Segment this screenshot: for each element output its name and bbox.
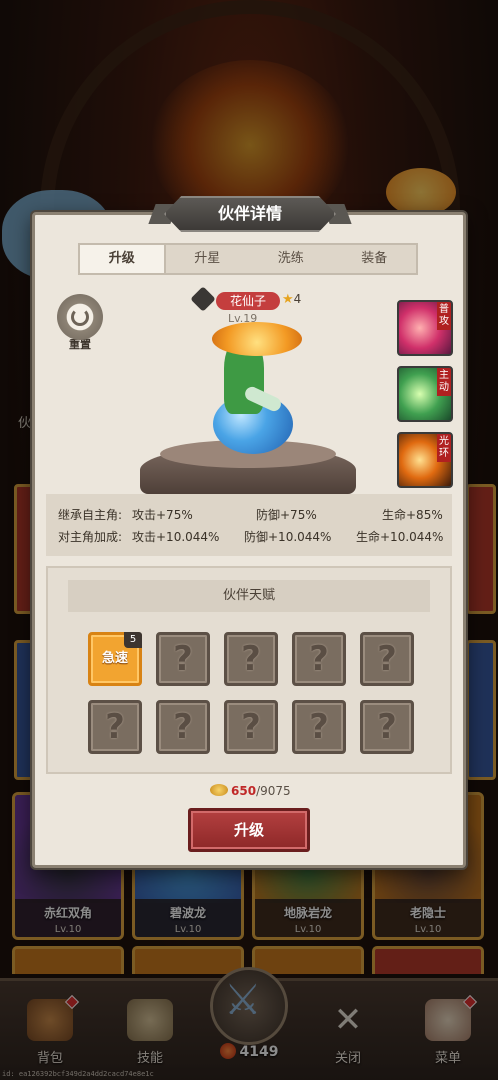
skill-tag: 主动 [437,368,451,396]
stat-hp: 生命+10.044% [356,530,444,544]
talent-slot-locked[interactable]: ? [88,700,142,754]
talent-slot-locked[interactable]: ? [292,632,346,686]
stat-hp: 生命+85% [382,508,443,522]
talent-slot-locked[interactable]: ? [292,700,346,754]
question-mark-icon: ? [377,707,397,747]
question-mark-icon: ? [173,707,193,747]
talent-slot-locked[interactable]: ? [360,700,414,754]
question-mark-icon: ? [241,707,261,747]
talent-slot-locked[interactable]: ? [156,632,210,686]
skill-tag: 光环 [437,434,451,462]
stat-defense: 防御+10.044% [244,530,332,544]
talent-slot-locked[interactable]: ? [224,632,278,686]
stat-attack: 攻击+10.044% [132,530,220,544]
gold-owned: 650 [231,784,257,798]
tab-star-up[interactable]: 升星 [166,245,250,273]
question-mark-icon: ? [309,639,329,679]
stats-box: 继承自主角: 攻击+75% 防御+75% 生命+85% 对主角加成: 攻击+10… [46,494,452,556]
talent-slot-locked[interactable]: ? [360,632,414,686]
question-mark-icon: ? [309,707,329,747]
tab-bar: 升级 升星 洗练 装备 [78,243,418,275]
flower-hat [212,322,302,356]
gold-required: /9075 [256,784,291,798]
talent-slot-locked[interactable]: ? [224,700,278,754]
talent-title: 伙伴天赋 [68,580,430,612]
upgrade-cost: 650/9075 [210,784,300,798]
skill-tag: 普攻 [437,302,451,330]
tab-upgrade[interactable]: 升级 [80,245,166,273]
talent-slot-locked[interactable]: ? [156,700,210,754]
stat-defense: 防御+75% [256,508,317,522]
aura-skill[interactable]: 光环 [397,432,453,488]
stat-label: 继承自主角: [58,508,123,522]
question-mark-icon: ? [173,639,193,679]
active-skill[interactable]: 主动 [397,366,453,422]
reset-icon [57,294,103,340]
question-mark-icon: ? [241,639,261,679]
normal-attack-skill[interactable]: 普攻 [397,300,453,356]
tab-refine[interactable]: 洗练 [249,245,333,273]
stat-row-inherit: 继承自主角: 攻击+75% 防御+75% 生命+85% [46,506,452,528]
star-icon: ★ [282,292,294,307]
upgrade-button[interactable]: 升级 [188,808,310,852]
talent-count: 5 [124,632,142,648]
stat-label: 对主角加成: [58,530,123,544]
tab-equipment[interactable]: 装备 [333,245,417,273]
gold-coin-icon [210,784,228,796]
stat-attack: 攻击+75% [132,508,193,522]
companion-stars: ★4 [282,292,302,307]
stat-row-bonus: 对主角加成: 攻击+10.044% 防御+10.044% 生命+10.044% [46,528,452,550]
talent-box: 伙伴天赋 急速 5 ? ? ? ? ? ? ? ? ? [46,566,452,774]
reset-button[interactable]: 重置 [55,294,105,351]
question-mark-icon: ? [105,707,125,747]
panel-title: 伙伴详情 [217,204,282,223]
question-mark-icon: ? [377,639,397,679]
panel-title-plate: 伙伴详情 [164,196,336,232]
talent-slot-unlocked[interactable]: 急速 5 [88,632,142,686]
companion-name: 花仙子 [216,292,280,310]
